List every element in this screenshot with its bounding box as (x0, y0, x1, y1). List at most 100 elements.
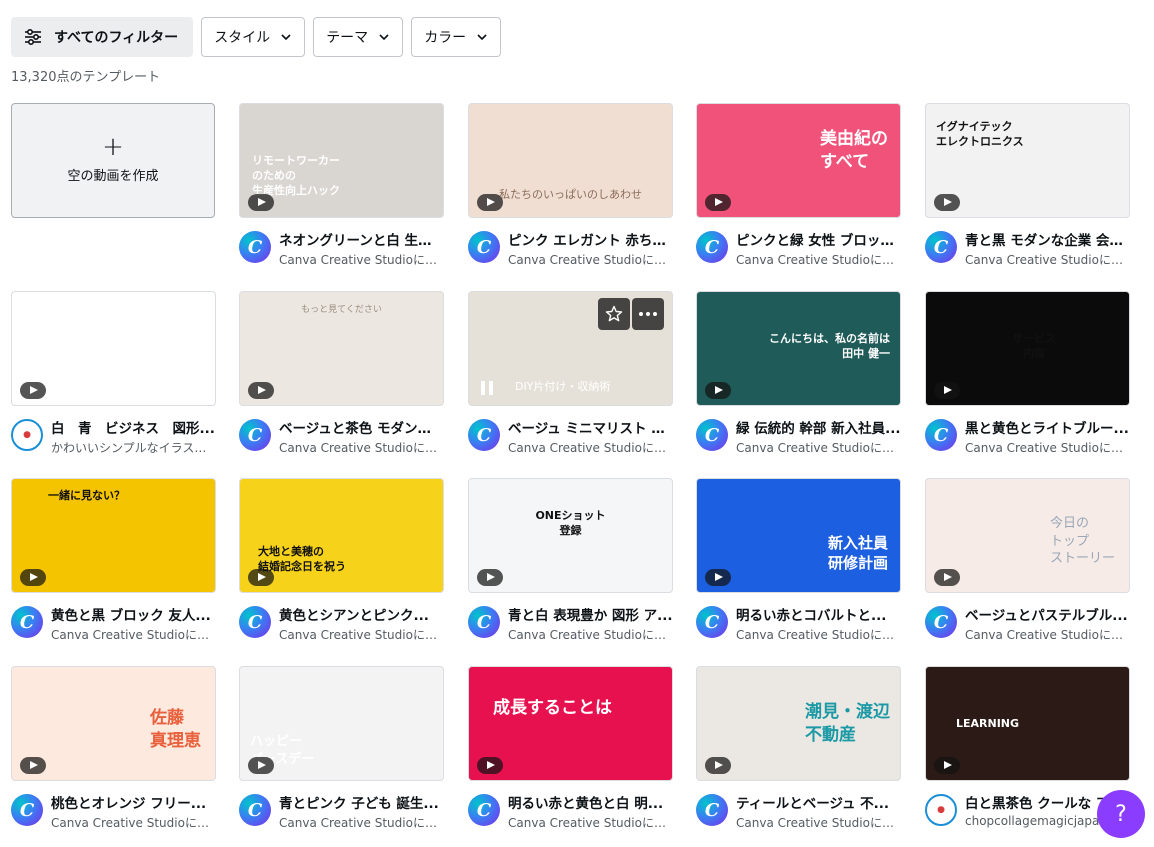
canva-logo-icon[interactable]: C (239, 419, 271, 451)
template-card[interactable]: 新入社員 研修計画 C 明るい赤とコバルトと... Canva Creative St… (696, 478, 901, 642)
template-card[interactable]: ハッピー バースデー C 青とピンク 子ども 誕生... Canva Creative… (239, 666, 444, 830)
canva-logo-icon[interactable]: C (468, 231, 500, 263)
template-thumbnail[interactable]: イグナイテック エレクトロニクス (925, 103, 1130, 218)
template-title[interactable]: ベージュと茶色 モダンな... (279, 417, 444, 437)
style-filter-dropdown[interactable]: スタイル (201, 17, 306, 57)
template-author[interactable]: Canva Creative Studioによる (736, 626, 901, 643)
canva-logo-icon[interactable]: C (925, 419, 957, 451)
play-icon[interactable] (934, 757, 960, 774)
all-filters-button[interactable]: すべてのフィルター (11, 17, 194, 57)
template-thumbnail[interactable]: リモートワーカー のための 生産性向上ハック (239, 103, 444, 218)
play-icon[interactable] (20, 569, 46, 586)
template-thumbnail[interactable]: New Service (11, 291, 216, 406)
template-title[interactable]: 緑 伝統的 幹部 新入社員... (736, 417, 901, 437)
play-icon[interactable] (248, 569, 274, 586)
template-thumbnail[interactable]: 美由紀の すべて (696, 103, 901, 218)
template-thumbnail[interactable]: 新入社員 研修計画 (696, 478, 901, 593)
template-title[interactable]: ベージュとパステルブル... (965, 604, 1130, 624)
template-author[interactable]: Canva Creative Studioによる (508, 626, 673, 643)
template-thumbnail[interactable]: 成長することは (468, 666, 673, 781)
template-thumbnail[interactable]: DIY片付け・収納術 (468, 291, 673, 406)
template-title[interactable]: 黄色と黒 ブロック 友人... (51, 604, 216, 624)
template-thumbnail[interactable]: もっと見てください (239, 291, 444, 406)
template-title[interactable]: 白 青 ビジネス 図形... (51, 417, 216, 437)
template-author[interactable]: Canva Creative Studioによる (51, 626, 216, 643)
template-thumbnail[interactable]: 一緒に見ない？ (11, 478, 216, 593)
template-card[interactable]: 潮見・渡辺 不動産 C ティールとベージュ 不... Canva Creative S… (696, 666, 901, 830)
help-button[interactable]: ? (1097, 790, 1145, 838)
template-author[interactable]: Canva Creative Studioによる (508, 439, 673, 456)
play-icon[interactable] (705, 382, 731, 399)
template-author[interactable]: Canva Creative Studioによる (508, 251, 673, 268)
play-icon[interactable] (705, 194, 731, 211)
play-icon[interactable] (477, 757, 503, 774)
template-thumbnail[interactable]: 今日の トップ ストーリー (925, 478, 1130, 593)
template-thumbnail[interactable]: LEARNING (925, 666, 1130, 781)
template-title[interactable]: 明るい赤と黄色と白 明... (508, 792, 673, 812)
template-title[interactable]: 黒と黄色とライトブルー... (965, 417, 1130, 437)
play-icon[interactable] (248, 194, 274, 211)
template-card[interactable]: New Service ● 白 青 ビジネス 図形... かわいいシンプルなイラストを… (11, 291, 216, 455)
template-author[interactable]: Canva Creative Studioによる (736, 439, 901, 456)
template-card[interactable]: 美由紀の すべて C ピンクと緑 女性 ブロック... Canva Creative … (696, 103, 901, 267)
template-card[interactable]: リモートワーカー のための 生産性向上ハック C ネオングリーンと白 生産性... C… (239, 103, 444, 267)
template-card[interactable]: もっと見てください C ベージュと茶色 モダンな... Canva Creative … (239, 291, 444, 455)
more-options-icon[interactable] (632, 298, 664, 330)
canva-logo-icon[interactable]: C (696, 606, 728, 638)
template-title[interactable]: ピンク エレガント 赤ちゃん... (508, 229, 673, 249)
template-author[interactable]: Canva Creative Studioによる (965, 626, 1130, 643)
template-card[interactable]: DIY片付け・収納術 C ベージュ ミニマリスト 家... Canva Creativ… (468, 291, 673, 455)
template-thumbnail[interactable]: ハッピー バースデー (239, 666, 444, 781)
play-icon[interactable] (477, 569, 503, 586)
template-card[interactable]: 大地と美穂の 結婚記念日を祝う C 黄色とシアンとピンク... Canva Creat… (239, 478, 444, 642)
template-thumbnail[interactable]: 大地と美穂の 結婚記念日を祝う (239, 478, 444, 593)
play-icon[interactable] (20, 382, 46, 399)
canva-logo-icon[interactable]: C (468, 419, 500, 451)
template-card[interactable]: 私たちのいっぱいのしあわせ C ピンク エレガント 赤ちゃん... Canva Cre… (468, 103, 673, 267)
create-blank-video-button[interactable]: + 空の動画を作成 (11, 103, 215, 218)
template-title[interactable]: 明るい赤とコバルトと... (736, 604, 901, 624)
template-author[interactable]: かわいいシンプルなイラストを作る人 (51, 439, 216, 456)
template-title[interactable]: ネオングリーンと白 生産性... (279, 229, 444, 249)
template-author[interactable]: Canva Creative Studioによる (965, 251, 1130, 268)
canva-logo-icon[interactable]: C (239, 606, 271, 638)
play-icon[interactable] (477, 194, 503, 211)
template-title[interactable]: 桃色とオレンジ フリー... (51, 792, 216, 812)
canva-logo-icon[interactable]: C (11, 794, 43, 826)
template-title[interactable]: ピンクと緑 女性 ブロック... (736, 229, 901, 249)
canva-logo-icon[interactable]: C (696, 419, 728, 451)
play-icon[interactable] (248, 382, 274, 399)
template-author[interactable]: Canva Creative Studioによる (508, 814, 673, 831)
canva-logo-icon[interactable]: C (239, 231, 271, 263)
template-title[interactable]: ティールとベージュ 不... (736, 792, 901, 812)
template-card[interactable]: こんにちは、私の名前は 田中 健一 C 緑 伝統的 幹部 新入社員... Canva … (696, 291, 901, 455)
template-card[interactable]: ONEショット 登録 C 青と白 表現豊か 図形 ア... Canva Creativ… (468, 478, 673, 642)
play-icon[interactable] (705, 757, 731, 774)
template-card[interactable]: イグナイテック エレクトロニクス C 青と黒 モダンな企業 会社... Canva C… (925, 103, 1130, 267)
template-card[interactable]: 成長することは C 明るい赤と黄色と白 明... Canva Creative Stu… (468, 666, 673, 830)
template-card[interactable]: 今日の トップ ストーリー C ベージュとパステルブル... Canva Creati… (925, 478, 1130, 642)
template-thumbnail[interactable]: サービス 内容 (925, 291, 1130, 406)
template-author[interactable]: Canva Creative Studioによる (279, 626, 444, 643)
template-author[interactable]: Canva Creative Studioによる (279, 439, 444, 456)
color-filter-dropdown[interactable]: カラー (411, 17, 502, 57)
play-icon[interactable] (934, 194, 960, 211)
template-card[interactable]: サービス 内容 C 黒と黄色とライトブルー... Canva Creative Stu… (925, 291, 1130, 455)
template-title[interactable]: 青とピンク 子ども 誕生... (279, 792, 444, 812)
canva-logo-icon[interactable]: C (11, 606, 43, 638)
play-icon[interactable] (934, 382, 960, 399)
creator-avatar[interactable]: ● (11, 419, 43, 451)
template-thumbnail[interactable]: 潮見・渡辺 不動産 (696, 666, 901, 781)
template-title[interactable]: ベージュ ミニマリスト 家... (508, 417, 673, 437)
template-title[interactable]: 青と黒 モダンな企業 会社... (965, 229, 1130, 249)
play-icon[interactable] (248, 757, 274, 774)
template-author[interactable]: Canva Creative Studioによる (736, 814, 901, 831)
star-icon[interactable] (598, 298, 630, 330)
template-title[interactable]: 青と白 表現豊か 図形 ア... (508, 604, 673, 624)
template-card[interactable]: 一緒に見ない？ C 黄色と黒 ブロック 友人... Canva Creative St… (11, 478, 216, 642)
template-thumbnail[interactable]: 佐藤 真理恵 (11, 666, 216, 781)
template-card[interactable]: 佐藤 真理恵 C 桃色とオレンジ フリー... Canva Creative Stud… (11, 666, 216, 830)
template-author[interactable]: Canva Creative Studioによる (736, 251, 901, 268)
canva-logo-icon[interactable]: C (468, 606, 500, 638)
template-author[interactable]: Canva Creative Studioによる (51, 814, 216, 831)
